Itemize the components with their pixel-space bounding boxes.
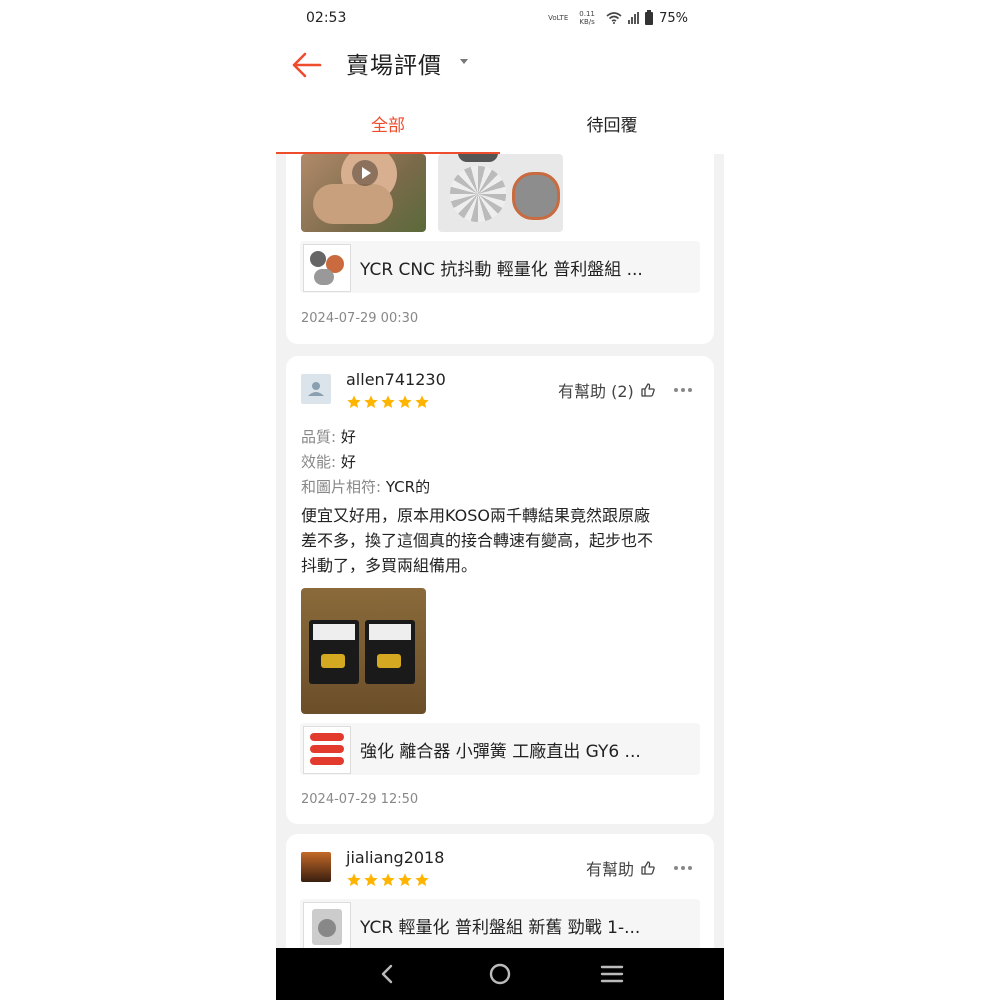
tab-bar: 全部 待回覆 bbox=[276, 96, 724, 154]
product-link[interactable]: 強化 離合器 小彈簧 工廠直出 GY6 ... bbox=[300, 723, 700, 775]
avatar[interactable] bbox=[301, 374, 331, 404]
user-icon bbox=[308, 382, 324, 396]
helpful-label: 有幫助 bbox=[586, 860, 635, 879]
review-card: jialiang2018 有幫助 YCR 輕量化 普利盤組 新舊 勁戰 1-..… bbox=[286, 834, 714, 948]
review-date: 2024-07-29 00:30 bbox=[301, 311, 419, 326]
nav-home-icon[interactable] bbox=[484, 958, 516, 990]
review-date: 2024-07-29 12:50 bbox=[301, 792, 419, 807]
star-icon bbox=[415, 395, 429, 408]
reviewer-username: jialiang2018 bbox=[346, 848, 445, 867]
battery-icon bbox=[645, 9, 654, 25]
caret-down-icon[interactable] bbox=[460, 59, 468, 64]
network-speed: 0.11 KB/s bbox=[579, 10, 595, 26]
status-bar: 02:53 VoLTE 0.11 KB/s 75% bbox=[276, 0, 724, 36]
product-link[interactable]: YCR CNC 抗抖動 輕量化 普利盤組 ... bbox=[300, 241, 700, 293]
star-rating bbox=[346, 872, 430, 888]
nav-back-icon[interactable] bbox=[372, 958, 404, 990]
nav-recents-icon[interactable] bbox=[596, 958, 628, 990]
star-icon bbox=[398, 395, 412, 408]
review-text-line: 差不多，換了這個真的接合轉速有變高，起步也不 bbox=[301, 531, 654, 550]
helpful-button[interactable]: 有幫助 (2) bbox=[558, 378, 656, 402]
attribute-value: YCR的 bbox=[385, 478, 431, 496]
star-icon bbox=[347, 873, 361, 886]
star-icon bbox=[381, 873, 395, 886]
review-photo[interactable] bbox=[438, 154, 563, 232]
more-options-icon[interactable] bbox=[674, 866, 692, 870]
wifi-icon bbox=[606, 12, 622, 24]
star-icon bbox=[398, 873, 412, 886]
product-thumbnail bbox=[303, 902, 351, 948]
status-time: 02:53 bbox=[306, 10, 347, 26]
attribute-value: 好 bbox=[340, 428, 356, 446]
battery-percent: 75% bbox=[659, 10, 688, 26]
review-text: 便宜又好用，原本用KOSO兩千轉結果竟然跟原廠 差不多，換了這個真的接合轉速有變… bbox=[301, 503, 701, 578]
helpful-button[interactable]: 有幫助 bbox=[586, 856, 656, 880]
review-photo[interactable] bbox=[301, 588, 426, 714]
product-thumbnail bbox=[303, 726, 351, 774]
helpful-label: 有幫助 (2) bbox=[558, 382, 634, 401]
avatar[interactable] bbox=[301, 852, 331, 882]
phone-screen: 02:53 VoLTE 0.11 KB/s 75% 賣場評價 全部 待回覆 YC… bbox=[276, 0, 724, 1000]
star-icon bbox=[381, 395, 395, 408]
thumbs-up-icon bbox=[641, 383, 655, 397]
star-icon bbox=[415, 873, 429, 886]
product-link[interactable]: YCR 輕量化 普利盤組 新舊 勁戰 1-... bbox=[300, 899, 700, 948]
product-thumbnail bbox=[303, 244, 351, 292]
star-icon bbox=[364, 395, 378, 408]
play-icon[interactable] bbox=[351, 159, 379, 187]
product-name: 強化 離合器 小彈簧 工廠直出 GY6 ... bbox=[360, 742, 641, 762]
attribute-performance: 效能: 好 bbox=[301, 451, 356, 472]
app-header: 賣場評價 bbox=[276, 36, 724, 96]
tab-pending-reply[interactable]: 待回覆 bbox=[500, 96, 724, 154]
volte-indicator: VoLTE bbox=[548, 14, 569, 22]
attribute-value: 好 bbox=[340, 453, 356, 471]
status-icons: VoLTE 0.11 KB/s 75% bbox=[548, 9, 688, 26]
video-thumbnail[interactable] bbox=[301, 154, 426, 232]
more-options-icon[interactable] bbox=[674, 388, 692, 392]
attribute-quality: 品質: 好 bbox=[301, 426, 356, 447]
star-icon bbox=[347, 395, 361, 408]
review-card: YCR CNC 抗抖動 輕量化 普利盤組 ... 2024-07-29 00:3… bbox=[286, 154, 714, 344]
review-card: allen741230 有幫助 (2) 品質: 好 效能: 好 和圖片相符: Y… bbox=[286, 356, 714, 824]
star-rating bbox=[346, 394, 430, 410]
product-name: YCR 輕量化 普利盤組 新舊 勁戰 1-... bbox=[360, 918, 641, 938]
attribute-key: 品質: bbox=[301, 428, 341, 446]
review-text-line: 便宜又好用，原本用KOSO兩千轉結果竟然跟原廠 bbox=[301, 506, 650, 525]
thumbs-up-icon bbox=[641, 861, 655, 875]
review-text-line: 抖動了，多買兩組備用。 bbox=[301, 556, 478, 575]
arrow-left-icon[interactable] bbox=[290, 48, 324, 82]
signal-icon bbox=[628, 12, 640, 24]
system-nav-bar bbox=[276, 948, 724, 1000]
attribute-key: 和圖片相符: bbox=[301, 478, 386, 496]
attribute-match-picture: 和圖片相符: YCR的 bbox=[301, 476, 430, 497]
review-list[interactable]: YCR CNC 抗抖動 輕量化 普利盤組 ... 2024-07-29 00:3… bbox=[276, 154, 724, 948]
product-name: YCR CNC 抗抖動 輕量化 普利盤組 ... bbox=[360, 260, 643, 280]
star-icon bbox=[364, 873, 378, 886]
page-title[interactable]: 賣場評價 bbox=[346, 46, 442, 80]
tab-all[interactable]: 全部 bbox=[276, 96, 500, 154]
attribute-key: 效能: bbox=[301, 453, 341, 471]
reviewer-username: allen741230 bbox=[346, 370, 446, 389]
